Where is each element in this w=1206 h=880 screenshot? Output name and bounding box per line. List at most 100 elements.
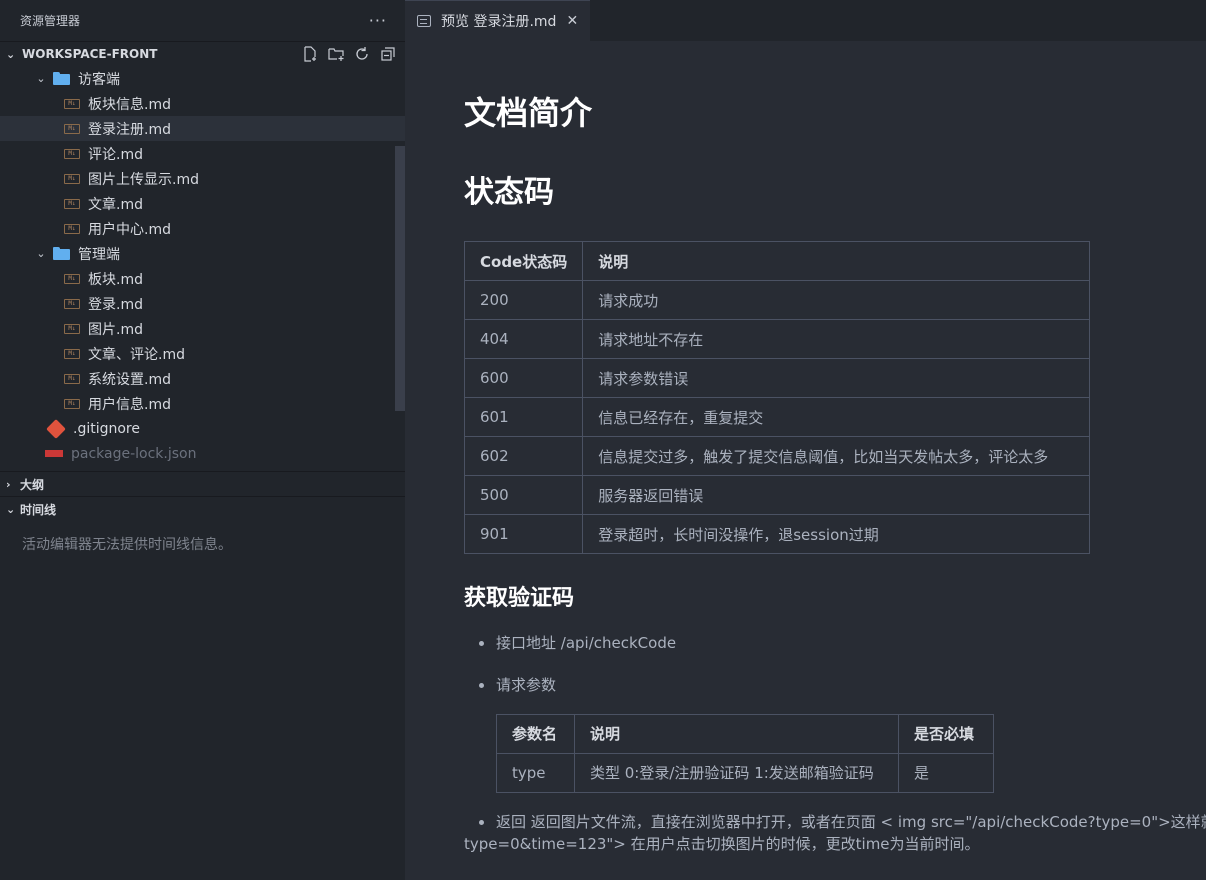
chevron-down-icon[interactable]: ⌄	[6, 48, 20, 61]
file-tree: ⌄ 访客端 M↓ 板块信息.md M↓ 登录注册.md M↓ 评论.md M↓ …	[0, 66, 405, 471]
file-item[interactable]: package-lock.json	[0, 441, 405, 466]
table-cell: 登录超时，长时间没操作，退session过期	[582, 514, 1091, 554]
table-cell: 请求地址不存在	[582, 319, 1091, 359]
file-item[interactable]: M↓ 文章.md	[0, 191, 405, 216]
outline-title: 大纲	[20, 477, 45, 492]
table-cell: 服务器返回错误	[582, 475, 1091, 515]
doc-heading-1: 文档简介	[464, 94, 593, 132]
new-folder-icon[interactable]	[327, 45, 345, 63]
return-line-1: 返回 返回图片文件流，直接在浏览器中打开，或者在页面 < img src="/a…	[496, 813, 1206, 831]
collapse-all-icon[interactable]	[379, 45, 397, 63]
markdown-icon: M↓	[64, 123, 80, 134]
table-cell: 901	[463, 514, 584, 554]
file-label: 评论.md	[88, 146, 143, 163]
doc-heading-2: 状态码	[464, 175, 554, 210]
file-item[interactable]: M↓ 评论.md	[0, 141, 405, 166]
table-cell: 600	[463, 358, 584, 398]
explorer-title: 资源管理器	[20, 14, 81, 28]
editor-area: 预览 登录注册.md ✕ 文档简介 状态码 Code状态码 说明 200 请求成功…	[405, 0, 1206, 880]
table-header-row: 参数名 说明 是否必填	[496, 714, 994, 754]
tab-label: 预览 登录注册.md	[441, 14, 557, 30]
file-label: 用户中心.md	[88, 221, 171, 238]
markdown-icon: M↓	[64, 148, 80, 159]
return-line-2: type=0&time=123"> 在用户点击切换图片的时候，更改time为当前…	[464, 835, 980, 853]
table-header-row: Code状态码 说明	[463, 241, 1091, 281]
chevron-down-icon[interactable]: ⌄	[6, 503, 20, 516]
close-icon[interactable]: ✕	[566, 13, 578, 29]
table-cell: type	[496, 753, 575, 793]
table-cell: 404	[463, 319, 584, 359]
file-label: 板块.md	[88, 271, 143, 288]
table-row: 901 登录超时，长时间没操作，退session过期	[463, 514, 1091, 554]
timeline-title: 时间线	[20, 502, 57, 517]
file-item[interactable]: M↓ 图片.md	[0, 316, 405, 341]
table-cell: 200	[463, 280, 584, 320]
table-header-cell: 说明	[574, 714, 899, 754]
file-item[interactable]: M↓ 文章、评论.md	[0, 341, 405, 366]
workspace-title: WORKSPACE-FRONT	[22, 47, 158, 61]
workspace-header[interactable]: ⌄ WORKSPACE-FRONT	[0, 41, 405, 66]
explorer-header: 资源管理器 ···	[0, 0, 405, 41]
table-cell: 请求参数错误	[582, 358, 1091, 398]
chevron-down-icon[interactable]: ⌄	[34, 72, 48, 85]
folder-icon	[53, 72, 70, 85]
folder-label: 访客端	[78, 71, 120, 88]
file-item[interactable]: M↓ 用户信息.md	[0, 391, 405, 416]
table-cell: 是	[898, 753, 994, 793]
table-row: 200 请求成功	[463, 280, 1091, 320]
new-file-icon[interactable]	[301, 45, 319, 63]
markdown-preview: 文档简介 状态码 Code状态码 说明 200 请求成功 404 请求地址不存在 6…	[463, 41, 1206, 875]
markdown-icon: M↓	[64, 273, 80, 284]
file-label: 系统设置.md	[88, 371, 171, 388]
tab-bar: 预览 登录注册.md ✕	[405, 0, 1206, 41]
markdown-icon: M↓	[64, 323, 80, 334]
file-item[interactable]: M↓ 系统设置.md	[0, 366, 405, 391]
table-cell: 602	[463, 436, 584, 476]
table-row: 601 信息已经存在，重复提交	[463, 397, 1091, 437]
tree-scrollbar[interactable]	[395, 146, 405, 411]
tab-preview-login[interactable]: 预览 登录注册.md ✕	[405, 0, 591, 41]
file-label: 板块信息.md	[88, 96, 171, 113]
timeline-message: 活动编辑器无法提供时间线信息。	[22, 537, 232, 553]
file-item[interactable]: M↓ 登录.md	[0, 291, 405, 316]
app-window: 资源管理器 ··· ⌄ WORKSPACE-FRONT ⌄ 访客端 M↓ 板块信…	[0, 0, 1206, 880]
outline-panel-header[interactable]: › 大纲	[0, 471, 405, 496]
more-actions-icon[interactable]: ···	[369, 11, 387, 30]
table-header-cell: Code状态码	[463, 241, 584, 281]
list-item: 接口地址 /api/checkCode	[464, 632, 1206, 654]
file-item[interactable]: .gitignore	[0, 416, 405, 441]
file-label: 图片上传显示.md	[88, 171, 199, 188]
markdown-icon: M↓	[64, 223, 80, 234]
file-label: 登录.md	[88, 296, 143, 313]
params-table: 参数名 说明 是否必填 type 类型 0:登录/注册验证码 1:发送邮箱验证码…	[496, 714, 994, 793]
file-item[interactable]: M↓ 板块.md	[0, 266, 405, 291]
list-item: 请求参数 参数名 说明 是否必填 type 类型 0:登录/注册验证码 1:发送…	[464, 674, 1206, 793]
table-header-cell: 是否必填	[898, 714, 994, 754]
table-header-cell: 说明	[582, 241, 1091, 281]
file-label: 登录注册.md	[88, 121, 171, 138]
file-item[interactable]: M↓ 用户中心.md	[0, 216, 405, 241]
git-icon	[46, 418, 66, 439]
markdown-icon: M↓	[64, 398, 80, 409]
chevron-right-icon[interactable]: ›	[6, 478, 20, 491]
file-label: 图片.md	[88, 321, 143, 338]
list-item-text: 请求参数	[496, 676, 557, 694]
file-label: 文章、评论.md	[88, 346, 185, 363]
folder-visitor[interactable]: ⌄ 访客端	[0, 66, 405, 91]
folder-admin[interactable]: ⌄ 管理端	[0, 241, 405, 266]
folder-icon	[53, 247, 70, 260]
table-cell: 类型 0:登录/注册验证码 1:发送邮箱验证码	[574, 753, 899, 793]
file-item[interactable]: M↓ 板块信息.md	[0, 91, 405, 116]
doc-heading-3: 获取验证码	[464, 586, 575, 611]
table-cell: 500	[463, 475, 584, 515]
table-row: type 类型 0:登录/注册验证码 1:发送邮箱验证码 是	[496, 753, 994, 793]
file-item-selected[interactable]: M↓ 登录注册.md	[0, 116, 405, 141]
file-label: 文章.md	[88, 196, 143, 213]
npm-icon	[45, 450, 63, 457]
file-item[interactable]: M↓ 图片上传显示.md	[0, 166, 405, 191]
timeline-panel-header[interactable]: ⌄ 时间线	[0, 496, 405, 521]
refresh-icon[interactable]	[353, 45, 371, 63]
table-header-cell: 参数名	[496, 714, 575, 754]
markdown-icon: M↓	[64, 198, 80, 209]
chevron-down-icon[interactable]: ⌄	[34, 247, 48, 260]
